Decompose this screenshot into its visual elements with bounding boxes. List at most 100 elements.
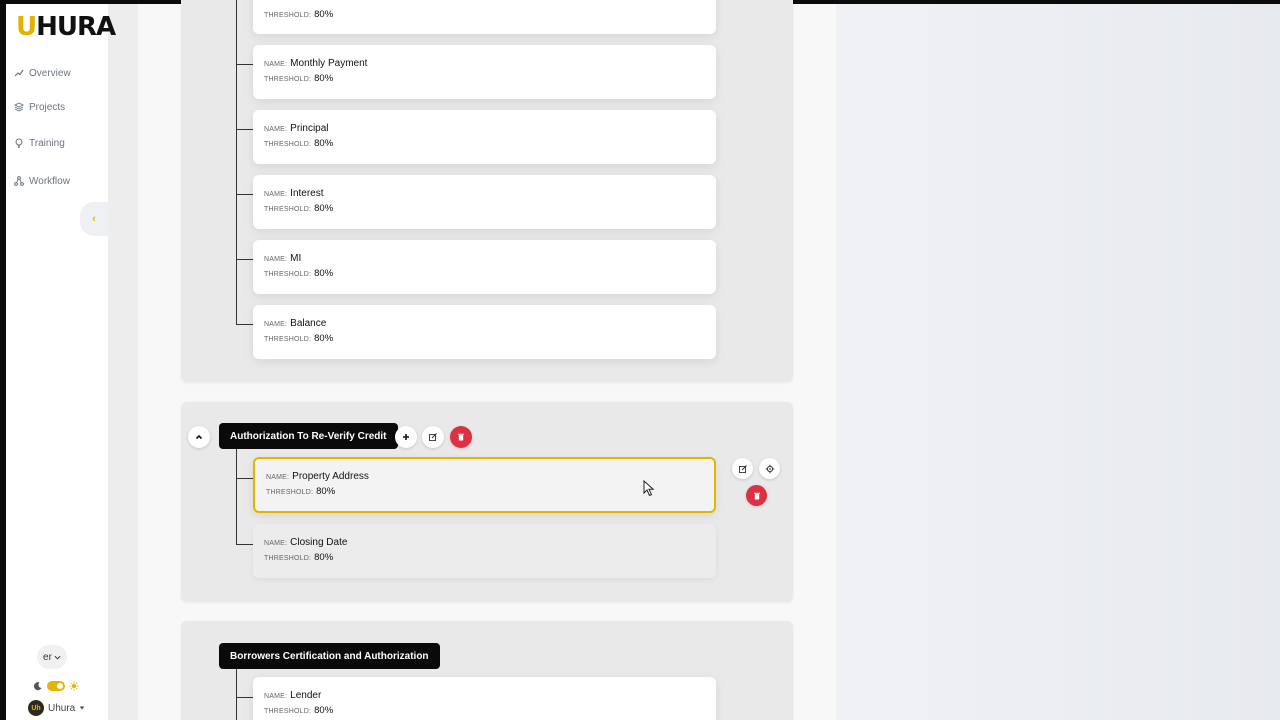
chevron-up-icon xyxy=(195,434,203,440)
field-name: Monthly Payment xyxy=(290,58,368,69)
edit-icon xyxy=(429,433,437,441)
threshold-row: THRESHOLD: 80% xyxy=(266,485,704,500)
collapse-sidebar-button[interactable]: ‹ xyxy=(80,202,108,236)
section-title[interactable]: Borrowers Certification and Authorizatio… xyxy=(219,643,440,669)
threshold-row: THRESHOLD: 80% xyxy=(264,202,705,217)
tree-branch xyxy=(236,544,253,545)
name-row: NAME: Lender xyxy=(264,689,705,704)
name-label: NAME: xyxy=(266,474,290,481)
delete-section-button[interactable] xyxy=(450,426,472,448)
tree-branch xyxy=(236,324,253,325)
field-name: Balance xyxy=(290,318,327,329)
threshold-label: THRESHOLD: xyxy=(264,206,312,213)
field-card[interactable]: NAME: Balance THRESHOLD: 80% xyxy=(253,305,716,359)
threshold-row: THRESHOLD: 80% xyxy=(264,551,705,566)
tree-line xyxy=(236,669,237,720)
avatar: Uh xyxy=(28,700,44,716)
threshold-label: THRESHOLD: xyxy=(264,12,312,19)
user-menu[interactable]: Uh Uhura xyxy=(28,700,85,716)
threshold-value: 80% xyxy=(314,138,334,149)
trash-icon xyxy=(458,433,464,441)
chevron-down-icon xyxy=(54,655,61,660)
field-card[interactable]: THRESHOLD: 80% xyxy=(253,0,716,34)
threshold-value: 80% xyxy=(314,552,334,563)
threshold-value: 80% xyxy=(314,9,334,20)
field-name: Closing Date xyxy=(290,537,348,548)
field-settings-button[interactable] xyxy=(759,458,780,479)
tree-line xyxy=(236,449,237,544)
logo-u: U xyxy=(16,12,37,42)
threshold-label: THRESHOLD: xyxy=(264,336,312,343)
sidebar-item-workflow[interactable]: Workflow xyxy=(14,171,70,191)
sidebar-item-projects[interactable]: Projects xyxy=(14,97,65,117)
name-row: NAME: Principal xyxy=(264,122,705,137)
threshold-row: THRESHOLD: 80% xyxy=(264,704,705,719)
field-name: Lender xyxy=(290,690,322,701)
field-card[interactable]: NAME: MI THRESHOLD: 80% xyxy=(253,240,716,294)
threshold-label: THRESHOLD: xyxy=(264,555,312,562)
edit-section-button[interactable] xyxy=(422,426,444,448)
name-row: NAME: Property Address xyxy=(266,470,704,485)
collapse-section-button[interactable] xyxy=(188,426,210,448)
language-value: er xyxy=(43,651,52,663)
name-label: NAME: xyxy=(264,693,288,700)
name-row: NAME: Interest xyxy=(264,187,705,202)
name-label: NAME: xyxy=(264,191,288,198)
threshold-value: 80% xyxy=(316,486,336,497)
tree-branch xyxy=(236,129,253,130)
language-select[interactable]: er xyxy=(37,645,67,669)
name-row: NAME: Monthly Payment xyxy=(264,57,705,72)
workflow-icon xyxy=(14,176,24,186)
edit-field-button[interactable] xyxy=(732,458,753,479)
layers-icon xyxy=(14,102,24,112)
delete-field-button[interactable] xyxy=(746,485,767,506)
add-field-button[interactable] xyxy=(395,426,417,448)
sun-icon xyxy=(69,681,79,691)
tree-line xyxy=(236,0,237,324)
user-name: Uhura xyxy=(48,702,76,714)
sidebar-item-overview[interactable]: Overview xyxy=(14,63,71,83)
theme-toggle[interactable] xyxy=(47,681,65,691)
plus-icon xyxy=(403,434,409,440)
edit-icon xyxy=(738,464,747,473)
name-row: NAME: Balance xyxy=(264,317,705,332)
tree-branch xyxy=(236,194,253,195)
name-label: NAME: xyxy=(264,256,288,263)
chart-line-icon xyxy=(14,69,24,77)
threshold-value: 80% xyxy=(314,73,334,84)
threshold-label: THRESHOLD: xyxy=(264,708,312,715)
threshold-row: THRESHOLD: 80% xyxy=(264,267,705,282)
threshold-row: THRESHOLD: 80% xyxy=(264,332,705,347)
field-card[interactable]: NAME: Monthly Payment THRESHOLD: 80% xyxy=(253,45,716,99)
tree-branch xyxy=(236,64,253,65)
threshold-row: THRESHOLD: 80% xyxy=(264,8,705,23)
theme-switcher xyxy=(33,681,79,691)
threshold-value: 80% xyxy=(314,333,334,344)
lightbulb-icon xyxy=(15,138,23,148)
field-name: Principal xyxy=(290,123,329,134)
name-label: NAME: xyxy=(264,61,288,68)
name-label: NAME: xyxy=(264,540,288,547)
trash-icon xyxy=(753,492,760,499)
field-name: Property Address xyxy=(292,471,369,482)
name-row: NAME: MI xyxy=(264,252,705,267)
field-card[interactable]: NAME: Closing Date THRESHOLD: 80% xyxy=(253,524,716,578)
sidebar: UHURA Overview Projects Training Workflo… xyxy=(6,4,116,720)
sidebar-item-label: Training xyxy=(29,137,65,149)
app-logo: UHURA xyxy=(16,12,116,42)
caret-down-icon xyxy=(80,706,85,710)
field-card[interactable]: NAME: Principal THRESHOLD: 80% xyxy=(253,110,716,164)
section-title[interactable]: Authorization To Re-Verify Credit xyxy=(219,423,398,449)
field-name: Interest xyxy=(290,188,324,199)
tree-branch xyxy=(236,478,253,479)
threshold-label: THRESHOLD: xyxy=(264,271,312,278)
field-card[interactable]: NAME: Interest THRESHOLD: 80% xyxy=(253,175,716,229)
sidebar-item-label: Workflow xyxy=(29,175,70,187)
threshold-value: 80% xyxy=(314,203,334,214)
field-card[interactable]: NAME: Lender THRESHOLD: 80% xyxy=(253,677,716,720)
threshold-label: THRESHOLD: xyxy=(264,76,312,83)
threshold-label: THRESHOLD: xyxy=(264,141,312,148)
name-label: NAME: xyxy=(264,321,288,328)
sidebar-item-training[interactable]: Training xyxy=(14,133,65,153)
sidebar-item-label: Projects xyxy=(29,101,66,113)
